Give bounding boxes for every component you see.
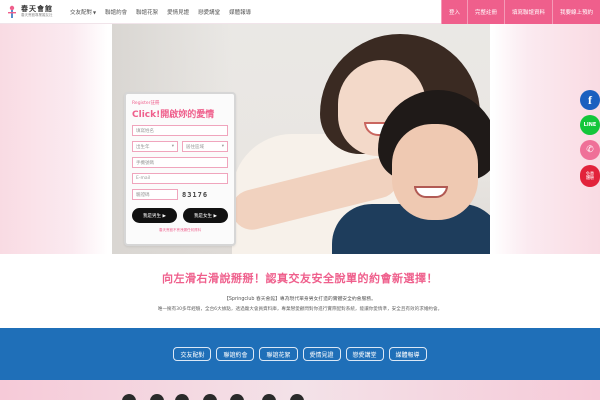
- name-input[interactable]: 填寫姓名: [132, 125, 228, 136]
- person-head: [175, 394, 189, 400]
- location-label: 居住區域: [186, 144, 204, 150]
- person-head: [230, 394, 244, 400]
- facebook-icon[interactable]: f: [580, 90, 600, 110]
- select-row: 出生年 ▾ 居住區域 ▾: [132, 136, 228, 152]
- side-social-bar: f LINE ✆ 免費 體驗: [580, 90, 600, 187]
- nav-item-love-class[interactable]: 戀愛講堂: [198, 8, 220, 16]
- form-kicker: Register註冊: [132, 101, 160, 106]
- logo-text: 春天會館 春天會館專業婚友社: [21, 6, 53, 18]
- person-head: [150, 394, 164, 400]
- captcha-code: 83176: [182, 190, 209, 199]
- male-button[interactable]: 我是男生 ▶: [132, 208, 177, 223]
- nav-item-highlights[interactable]: 聯誼花絮: [136, 8, 158, 16]
- nav-item-label: 交友配對: [70, 10, 93, 16]
- category-button-media[interactable]: 媒體報導: [388, 347, 427, 361]
- phone-icon[interactable]: ✆: [580, 140, 600, 160]
- form-title: Click!開啟妳的愛情: [132, 110, 215, 120]
- free-trial-icon[interactable]: 免費 體驗: [580, 165, 600, 187]
- nav-item-media[interactable]: 媒體報導: [229, 8, 251, 16]
- captcha-row: 驗證碼 83176: [132, 184, 228, 200]
- site-header: 春天會館 春天會館專業婚友社 交友配對▼ 聯誼約會 聯誼花絮 愛情見證 戀愛講堂…: [0, 0, 600, 24]
- brand-tagline: 春天會館專業婚友社: [21, 13, 53, 18]
- caret-down-icon: ▼: [93, 10, 97, 15]
- gender-buttons: 我是男生 ▶ 我是女生 ▶: [132, 208, 228, 223]
- nav-item-match[interactable]: 交友配對▼: [70, 8, 96, 16]
- nav-item-dating[interactable]: 聯誼約會: [105, 8, 127, 16]
- photo-man-face: [392, 124, 478, 220]
- category-bar: 交友配對 聯誼約會 聯誼花絮 愛情見證 戀愛講堂 媒體報導: [0, 328, 600, 380]
- captcha-input[interactable]: 驗證碼: [132, 189, 178, 200]
- fill-info-button[interactable]: 填寫聯誼資料: [503, 0, 552, 24]
- page: 春天會館 春天會館專業婚友社 交友配對▼ 聯誼約會 聯誼花絮 愛情見證 戀愛講堂…: [0, 0, 600, 400]
- full-register-button[interactable]: 完整註冊: [466, 0, 504, 24]
- form-note: 春天會館不會洩漏任何資料: [159, 228, 201, 232]
- category-button-highlights[interactable]: 聯誼花絮: [259, 347, 298, 361]
- person-head: [262, 394, 276, 400]
- birth-year-select[interactable]: 出生年 ▾: [132, 141, 178, 152]
- location-select[interactable]: 居住區域 ▾: [182, 141, 228, 152]
- category-button-match[interactable]: 交友配對: [173, 347, 212, 361]
- category-button-love-class[interactable]: 戀愛講堂: [345, 347, 384, 361]
- nav-item-testimonials[interactable]: 愛情見證: [167, 8, 189, 16]
- chevron-down-icon: ▾: [171, 144, 174, 149]
- female-button[interactable]: 我是女生 ▶: [183, 208, 228, 223]
- email-input[interactable]: E-mail: [132, 173, 228, 184]
- free-trial-label: 免費 體驗: [586, 170, 594, 180]
- birth-year-label: 出生年: [136, 144, 150, 150]
- phone-input[interactable]: 手機號碼: [132, 157, 228, 168]
- line-icon[interactable]: LINE: [580, 115, 600, 135]
- category-button-dating[interactable]: 聯誼約會: [216, 347, 255, 361]
- person-head: [122, 394, 136, 400]
- register-form: Register註冊 Click!開啟妳的愛情 填寫姓名 出生年 ▾ 居住區域 …: [124, 92, 236, 246]
- chevron-down-icon: ▾: [221, 144, 224, 149]
- header-buttons: 登入 完整註冊 填寫聯誼資料 我要線上預約: [440, 0, 600, 24]
- main-nav: 交友配對▼ 聯誼約會 聯誼花絮 愛情見證 戀愛講堂 媒體報導: [70, 0, 251, 24]
- online-booking-button[interactable]: 我要線上預約: [551, 0, 600, 24]
- login-button[interactable]: 登入: [440, 0, 467, 24]
- logo-icon: [6, 5, 18, 19]
- category-button-testimonials[interactable]: 愛情見證: [302, 347, 341, 361]
- intro-line-1: 【Springclub 春天會館】專為現代單身男女打造的實體安全約會服務。: [224, 297, 376, 302]
- person-head: [203, 394, 217, 400]
- hero-banner: Register註冊 Click!開啟妳的愛情 填寫姓名 出生年 ▾ 居住區域 …: [0, 24, 600, 254]
- bottom-photo-strip: [0, 380, 600, 400]
- logo[interactable]: 春天會館 春天會館專業婚友社: [6, 3, 62, 21]
- person-head: [290, 394, 304, 400]
- slogan: 向左滑右滑說掰掰！認真交友安全脫單的約會新選擇！: [162, 272, 438, 285]
- intro-line-2: 唯一擁有30多年經驗，全台6大據點，透過龐大會員資料庫，專業戀愛顧問對你進行實際…: [157, 307, 443, 312]
